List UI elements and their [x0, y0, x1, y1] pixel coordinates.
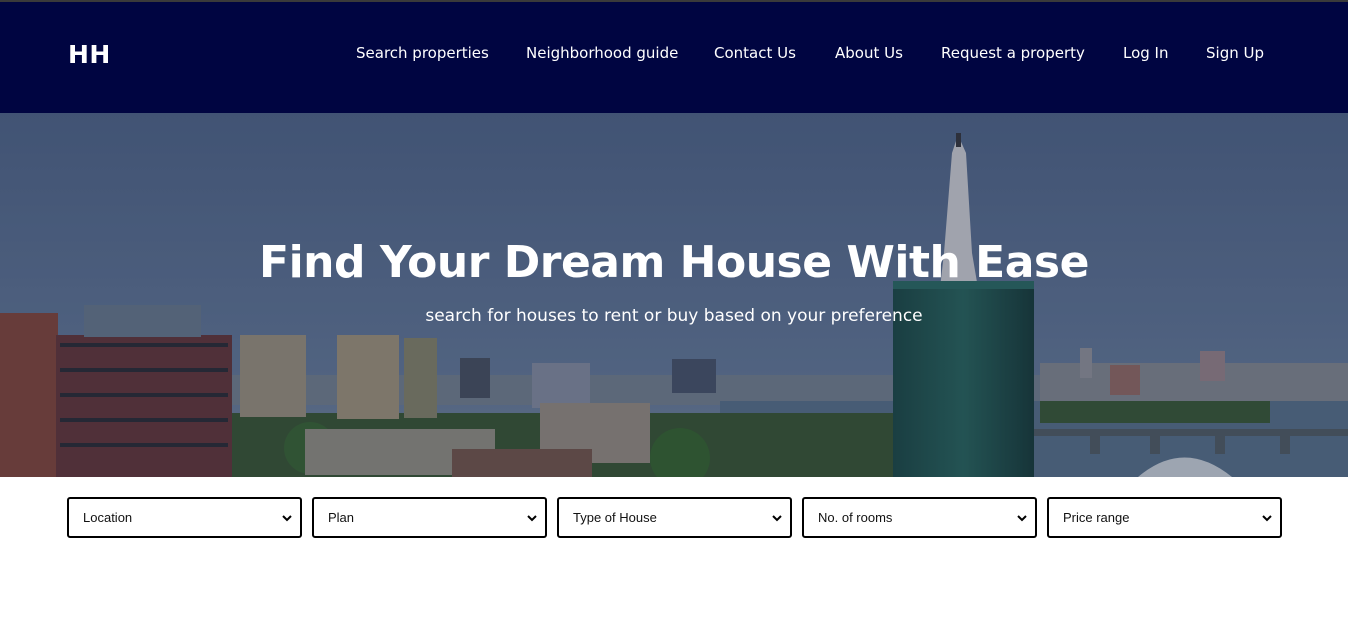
plan-select-value: Plan [328, 510, 355, 525]
nav-sign-up[interactable]: Sign Up [1206, 44, 1264, 62]
plan-select[interactable]: Plan [312, 497, 547, 538]
nav-log-in[interactable]: Log In [1123, 44, 1169, 62]
chevron-down-icon [1262, 515, 1272, 522]
chevron-down-icon [772, 515, 782, 522]
location-select[interactable]: Location [67, 497, 302, 538]
nav-about-us[interactable]: About Us [835, 44, 903, 62]
price-range-select-value: Price range [1063, 510, 1130, 525]
chevron-down-icon [282, 515, 292, 522]
location-select-value: Location [83, 510, 133, 525]
chevron-down-icon [1017, 515, 1027, 522]
nav-contact-us[interactable]: Contact Us [714, 44, 796, 62]
hero-subtitle: search for houses to rent or buy based o… [425, 306, 923, 326]
hero-text: Find Your Dream House With Ease search f… [0, 113, 1348, 477]
search-filters: Location Plan Type of House No. of rooms… [0, 477, 1348, 635]
nav-search-properties[interactable]: Search properties [356, 44, 489, 62]
hero-banner: Find Your Dream House With Ease search f… [0, 113, 1348, 477]
rooms-select[interactable]: No. of rooms [802, 497, 1037, 538]
site-header: HH Search properties Neighborhood guide … [0, 2, 1348, 113]
rooms-select-value: No. of rooms [818, 510, 893, 525]
hero-title: Find Your Dream House With Ease [259, 237, 1089, 288]
nav-request-property[interactable]: Request a property [941, 44, 1085, 62]
nav-neighborhood-guide[interactable]: Neighborhood guide [526, 44, 678, 62]
chevron-down-icon [527, 515, 537, 522]
house-type-select[interactable]: Type of House [557, 497, 792, 538]
main-nav: Search properties Neighborhood guide Con… [0, 44, 1348, 66]
house-type-select-value: Type of House [573, 510, 657, 525]
price-range-select[interactable]: Price range [1047, 497, 1282, 538]
